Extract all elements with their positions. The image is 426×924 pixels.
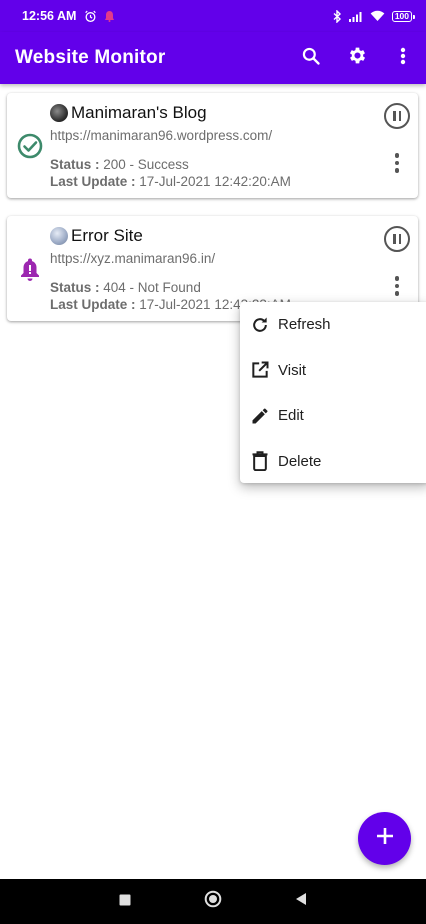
last-update-label: Last Update : bbox=[50, 174, 136, 189]
square-icon bbox=[119, 893, 131, 911]
settings-button[interactable] bbox=[334, 35, 380, 81]
app-bar: Website Monitor bbox=[0, 32, 426, 84]
menu-label: Edit bbox=[278, 407, 304, 425]
back-button[interactable] bbox=[257, 879, 345, 924]
signal-icon bbox=[348, 11, 363, 22]
recents-button[interactable] bbox=[81, 879, 169, 924]
pause-button[interactable] bbox=[384, 103, 410, 129]
site-name: Error Site bbox=[71, 226, 143, 245]
card-more-button[interactable] bbox=[388, 273, 406, 299]
search-button[interactable] bbox=[288, 35, 334, 81]
battery-icon: 100 bbox=[391, 10, 416, 22]
menu-item-edit[interactable]: Edit bbox=[240, 393, 426, 439]
menu-item-refresh[interactable]: Refresh bbox=[240, 302, 426, 348]
search-icon bbox=[301, 46, 321, 71]
site-url: https://manimaran96.wordpress.com/ bbox=[50, 128, 273, 143]
menu-label: Refresh bbox=[278, 316, 331, 334]
wifi-icon bbox=[370, 10, 385, 22]
globe-icon bbox=[50, 227, 68, 245]
refresh-icon bbox=[249, 314, 270, 335]
card-more-button[interactable] bbox=[388, 150, 406, 176]
home-button[interactable] bbox=[169, 879, 257, 924]
plus-icon bbox=[376, 827, 394, 850]
status-value: 200 - Success bbox=[99, 157, 189, 172]
last-update-value: 17-Jul-2021 12:42:20:AM bbox=[135, 174, 291, 189]
open-in-new-icon bbox=[249, 360, 270, 381]
home-circle-icon bbox=[204, 890, 222, 913]
card-context-menu: Refresh Visit Edit Delete bbox=[240, 302, 426, 483]
clock: 12:56 AM bbox=[22, 9, 77, 23]
last-update-label: Last Update : bbox=[50, 297, 136, 312]
pause-button[interactable] bbox=[384, 226, 410, 252]
status-bar: 12:56 AM 100 bbox=[0, 0, 426, 32]
alarm-icon bbox=[84, 10, 97, 23]
site-url: https://xyz.manimaran96.in/ bbox=[50, 251, 216, 266]
trash-icon bbox=[249, 451, 270, 472]
menu-item-delete[interactable]: Delete bbox=[240, 439, 426, 485]
site-favicon bbox=[50, 104, 68, 122]
menu-label: Visit bbox=[278, 361, 307, 379]
check-circle-icon bbox=[17, 133, 43, 159]
add-site-button[interactable] bbox=[358, 812, 411, 865]
alert-bell-icon bbox=[17, 256, 43, 282]
site-card[interactable]: Manimaran's Blog https://manimaran96.wor… bbox=[7, 93, 418, 198]
overflow-menu-button[interactable] bbox=[380, 35, 426, 81]
menu-label: Delete bbox=[278, 452, 322, 470]
status-label: Status : bbox=[50, 280, 100, 295]
app-title: Website Monitor bbox=[15, 47, 166, 68]
settings-icon bbox=[347, 45, 368, 71]
more-vert-icon bbox=[400, 47, 406, 70]
menu-item-visit[interactable]: Visit bbox=[240, 348, 426, 394]
back-triangle-icon bbox=[295, 892, 307, 911]
pencil-icon bbox=[249, 405, 270, 426]
system-nav-bar bbox=[0, 879, 426, 924]
bluetooth-icon bbox=[333, 9, 342, 23]
status-label: Status : bbox=[50, 157, 100, 172]
notification-dot-icon bbox=[105, 10, 115, 22]
site-name: Manimaran's Blog bbox=[71, 103, 207, 122]
status-value: 404 - Not Found bbox=[99, 280, 201, 295]
